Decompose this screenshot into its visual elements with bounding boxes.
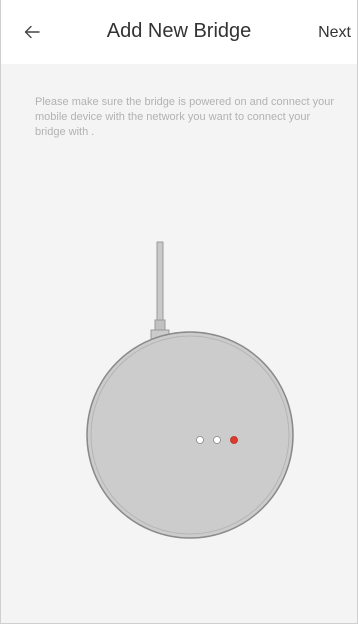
indicator-light-1 <box>196 436 204 444</box>
bridge-illustration <box>86 241 294 539</box>
indicator-light-2 <box>213 436 221 444</box>
add-bridge-screen: Add New Bridge Next Please make sure the… <box>0 0 358 624</box>
bridge-device <box>86 331 294 539</box>
indicator-light-3 <box>230 436 238 444</box>
indicator-lights <box>196 436 238 444</box>
